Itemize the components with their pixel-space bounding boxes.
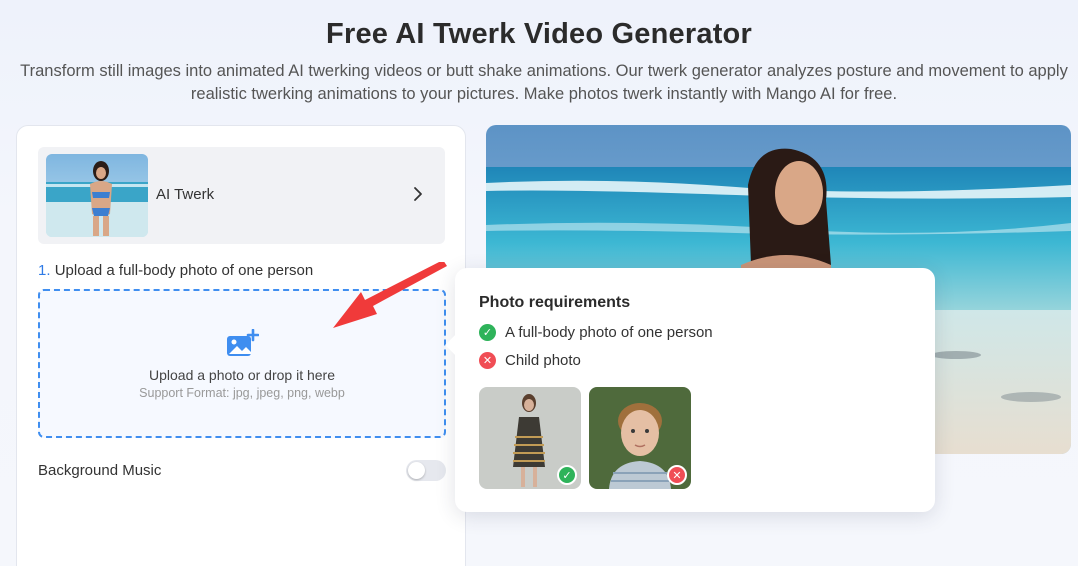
model-label: AI Twerk [156, 186, 215, 203]
model-thumbnail [46, 154, 148, 237]
upload-main-text: Upload a photo or drop it here [148, 367, 335, 383]
example-good-photo: ✓ [479, 387, 581, 489]
upload-step-label: 1. Upload a full-body photo of one perso… [38, 262, 313, 279]
requirement-bad-text: Child photo [505, 352, 581, 369]
background-music-toggle[interactable] [406, 460, 446, 481]
requirement-good-text: A full-body photo of one person [505, 324, 713, 341]
model-selector[interactable]: AI Twerk [38, 147, 445, 244]
requirements-title: Photo requirements [479, 294, 631, 311]
step-number: 1. [38, 262, 51, 279]
step-text: Upload a full-body photo of one person [54, 262, 314, 279]
upload-format-text: Support Format: jpg, jpeg, png, webp [139, 386, 345, 400]
toggle-knob [408, 462, 425, 479]
cross-icon: ✕ [479, 352, 496, 369]
page-title: Free AI Twerk Video Generator [326, 18, 752, 50]
check-icon: ✓ [479, 324, 496, 341]
example-bad-photo: ✕ [589, 387, 691, 489]
chevron-right-icon [414, 187, 422, 201]
check-badge-icon: ✓ [557, 465, 577, 485]
cross-badge-icon: ✕ [667, 465, 687, 485]
generator-panel: AI Twerk 1. Upload a full-body photo of … [16, 125, 466, 566]
requirement-bad: ✕ Child photo [479, 352, 581, 369]
photo-requirements-popup: Photo requirements ✓ A full-body photo o… [455, 268, 935, 512]
requirement-good: ✓ A full-body photo of one person [479, 324, 713, 341]
pointer-arrow-icon [333, 262, 447, 328]
page-subtitle: Transform still images into animated AI … [20, 62, 1068, 103]
background-music-label: Background Music [38, 462, 162, 479]
image-add-icon [227, 329, 259, 356]
